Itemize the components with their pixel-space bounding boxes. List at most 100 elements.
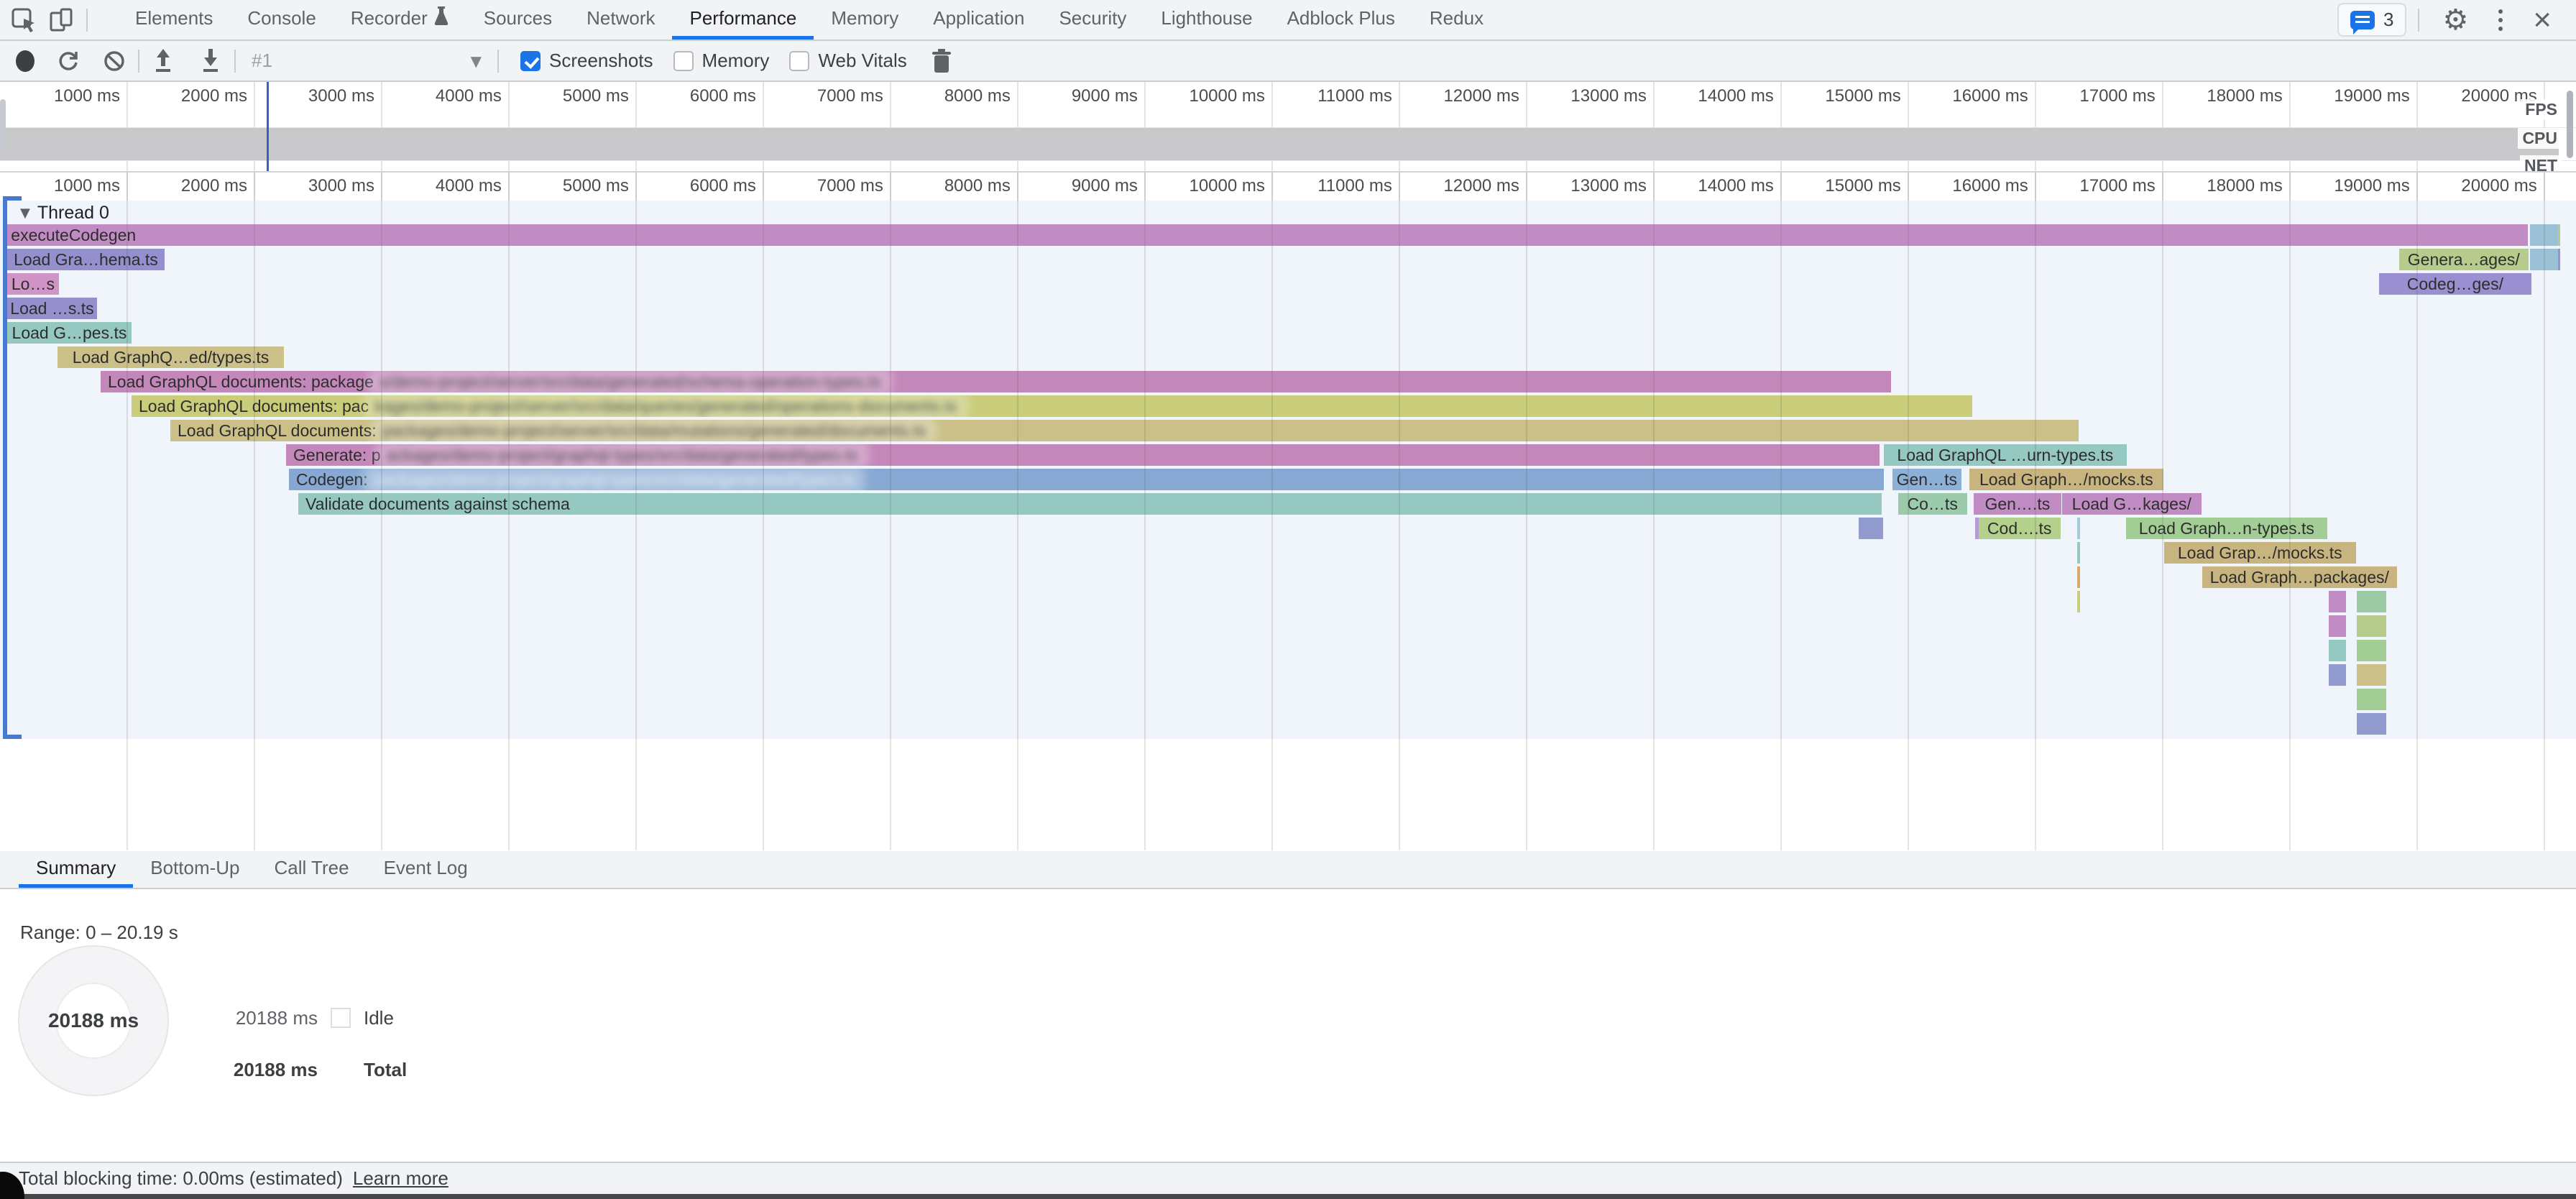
checkbox-memory[interactable]: Memory — [673, 50, 770, 72]
flamechart-pane[interactable]: ▼ Thread 0 executeCodegen Load Gra…hema.t… — [0, 201, 2576, 850]
flame-bar[interactable]: Load Graph…n-types.ts — [2126, 518, 2327, 539]
timeline-overview[interactable]: 1000 ms2000 ms3000 ms4000 ms5000 ms6000 … — [0, 82, 2576, 173]
flame-bar[interactable]: Load GraphQL documents: packages/demo-pr… — [132, 395, 1972, 417]
drawer-tab-summary[interactable]: Summary — [19, 851, 133, 888]
flame-bar[interactable]: Gen…ts — [1892, 469, 1961, 490]
overview-left-handle[interactable] — [0, 99, 6, 157]
flame-bar-label: Gen….ts — [1984, 495, 2050, 514]
flame-bar-fragment[interactable] — [2357, 713, 2386, 735]
clear-recording-icon[interactable] — [102, 49, 126, 73]
ruler-tick-label: 16000 ms — [1885, 86, 2028, 106]
flame-bar[interactable]: Load GraphQL documents: packages/demo-pr… — [101, 371, 1891, 392]
tab-label: Performance — [689, 7, 796, 29]
flame-bar-fragment[interactable] — [2329, 640, 2346, 661]
close-devtools-icon[interactable]: × — [2533, 4, 2552, 36]
flame-row — [0, 689, 2576, 710]
flame-bar-fragment[interactable] — [2077, 591, 2080, 612]
tab-console[interactable]: Console — [230, 0, 333, 40]
flame-bar-fragment[interactable] — [2357, 591, 2386, 612]
learn-more-link[interactable]: Learn more — [353, 1167, 448, 1190]
divider — [2418, 9, 2419, 32]
flame-bar-label: executeCodegen — [4, 226, 136, 245]
tab-memory[interactable]: Memory — [814, 0, 916, 40]
flame-bar-fragment[interactable] — [2357, 640, 2386, 661]
flame-bar[interactable]: Load G…pes.ts — [7, 322, 132, 344]
issues-badge-button[interactable]: 3 — [2337, 3, 2406, 37]
checkbox-web-vitals[interactable]: Web Vitals — [789, 50, 906, 72]
flame-bar[interactable]: Load GraphQ…ed/types.ts — [58, 346, 284, 368]
flame-bar-fragment[interactable] — [2558, 224, 2560, 246]
flame-bar[interactable]: Load GraphQL …urn-types.ts — [1884, 444, 2127, 466]
cpu-activity-fill — [0, 128, 2559, 160]
flame-bar[interactable]: Generate: packages/demo-project/graphql-… — [286, 444, 1880, 466]
flame-bar[interactable]: Load GraphQL documents: packages/demo-pr… — [170, 420, 2079, 441]
flame-bar-fragment[interactable] — [2357, 689, 2386, 710]
flame-bar[interactable]: Gen….ts — [1974, 493, 2061, 515]
flame-bar-fragment[interactable] — [1859, 518, 1883, 539]
flame-bar[interactable]: Load Graph…/mocks.ts — [1969, 469, 2163, 490]
flame-bar[interactable]: Cod….ts — [1979, 518, 2061, 539]
flame-bar-fragment[interactable] — [2558, 249, 2560, 270]
flame-bar[interactable]: Co…ts — [1898, 493, 1967, 515]
divider — [138, 50, 139, 73]
tab-network[interactable]: Network — [569, 0, 672, 40]
record-button[interactable] — [0, 50, 34, 72]
memory-checkbox[interactable] — [673, 51, 694, 71]
ruler-tick-label: 4000 ms — [358, 176, 502, 196]
flame-bar-fragment[interactable] — [2329, 615, 2346, 637]
flame-bar-label: Load Graph…packages/ — [2210, 568, 2389, 587]
flame-bar-fragment[interactable] — [2077, 566, 2080, 588]
flame-bar-fragment[interactable] — [2077, 542, 2080, 564]
flame-bar-fragment[interactable] — [2357, 664, 2386, 686]
summary-donut-chart: 20188 ms — [18, 945, 169, 1096]
ruler-tick-label: 18000 ms — [2139, 176, 2283, 196]
drawer-tab-event-log[interactable]: Event Log — [367, 851, 485, 888]
device-toolbar-icon[interactable] — [47, 6, 75, 34]
flame-bar-fragment[interactable] — [2077, 518, 2080, 539]
tab-elements[interactable]: Elements — [118, 0, 230, 40]
tab-recorder[interactable]: Recorder — [334, 0, 466, 40]
tab-redux[interactable]: Redux — [1412, 0, 1501, 40]
reload-and-record-button[interactable] — [56, 49, 80, 73]
thread-group-header[interactable]: ▼ Thread 0 — [20, 202, 109, 224]
tab-application[interactable]: Application — [916, 0, 1041, 40]
flame-bar[interactable]: Load …s.ts — [7, 298, 97, 319]
flame-bar-fragment[interactable] — [2357, 615, 2386, 637]
flame-bar[interactable]: Load G…kages/ — [2062, 493, 2202, 515]
flame-bar[interactable]: Codeg…ges/ — [2379, 273, 2531, 295]
drawer-tab-call-tree[interactable]: Call Tree — [257, 851, 367, 888]
flame-bar-fragment[interactable] — [2530, 249, 2558, 270]
profile-history-select[interactable]: #1 ▼ — [252, 50, 482, 72]
flame-bar[interactable]: Load Gra…hema.ts — [7, 249, 165, 270]
web-vitals-checkbox[interactable] — [789, 51, 809, 71]
flame-bar[interactable]: executeCodegen — [4, 224, 2527, 246]
flame-bar[interactable]: Load Grap…/mocks.ts — [2164, 542, 2356, 564]
flame-bar-fragment[interactable] — [2329, 664, 2346, 686]
flame-bar[interactable]: Genera…ages/ — [2399, 249, 2529, 270]
checkbox-screenshots[interactable]: Screenshots — [520, 50, 653, 72]
flame-bar-label: Load GraphQ…ed/types.ts — [73, 348, 270, 367]
flame-row: Validate documents against schema Co…ts Ge… — [0, 493, 2576, 515]
tab-label: Adblock Plus — [1287, 7, 1395, 29]
tab-adblock-plus[interactable]: Adblock Plus — [1270, 0, 1412, 40]
tab-performance[interactable]: Performance — [672, 0, 814, 40]
flame-bar[interactable]: Codegen: packages/demo-project/graphql-t… — [289, 469, 1884, 490]
flame-bar[interactable]: Lo…s — [7, 273, 59, 295]
flame-bar[interactable]: Load Graph…packages/ — [2202, 566, 2397, 588]
drawer-tab-bottom-up[interactable]: Bottom-Up — [133, 851, 257, 888]
flame-bar-fragment[interactable] — [2329, 591, 2346, 612]
more-options-icon[interactable] — [2491, 9, 2510, 31]
screenshots-checkbox[interactable] — [520, 51, 540, 71]
overview-scrollbar-thumb[interactable] — [2567, 91, 2573, 158]
tab-lighthouse[interactable]: Lighthouse — [1144, 0, 1269, 40]
tab-security[interactable]: Security — [1041, 0, 1144, 40]
save-profile-icon[interactable] — [198, 47, 223, 75]
tab-sources[interactable]: Sources — [466, 0, 569, 40]
flame-bar-fragment[interactable] — [2530, 224, 2558, 246]
load-profile-icon[interactable] — [151, 47, 175, 75]
flame-row: Cod….ts Load Graph…n-types.ts — [0, 518, 2576, 539]
trash-icon[interactable] — [930, 48, 953, 74]
settings-gear-icon[interactable]: ⚙ — [2442, 6, 2468, 35]
flame-bar[interactable]: Validate documents against schema — [298, 493, 1882, 515]
inspect-element-icon[interactable] — [10, 6, 37, 34]
